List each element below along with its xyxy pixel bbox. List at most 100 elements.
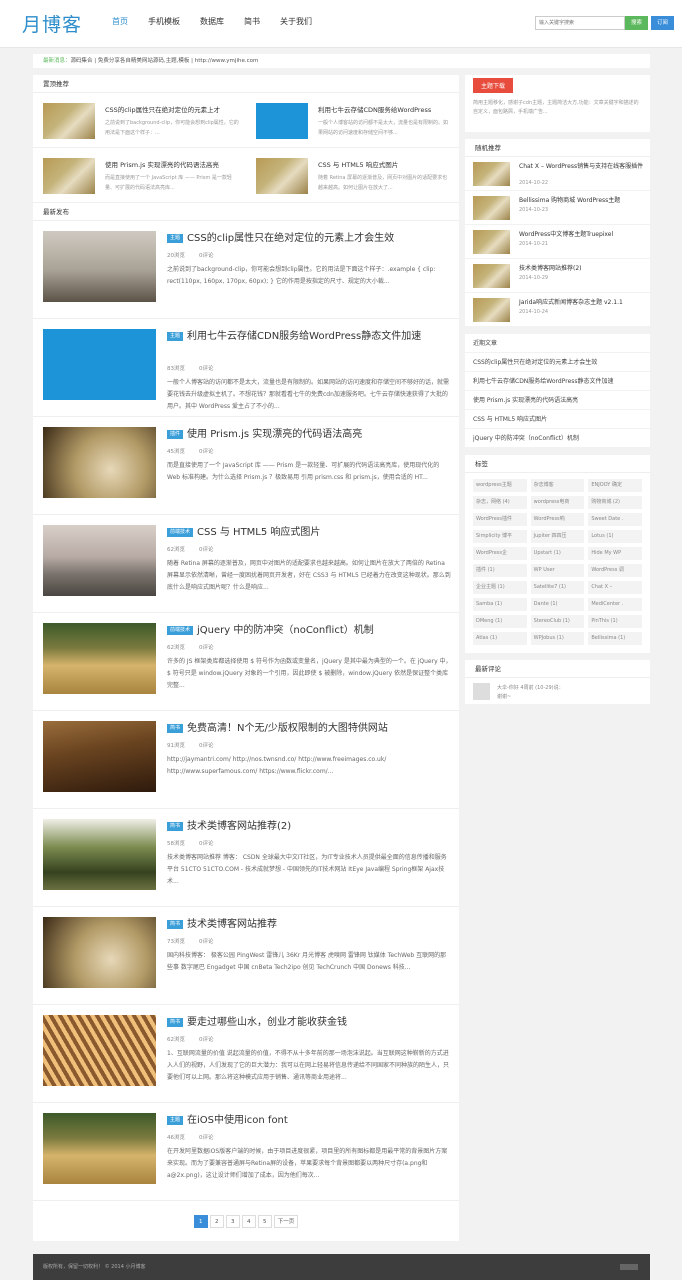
post-title-text[interactable]: 免费高清！N个无/少版权限制的大图特供网站: [187, 723, 388, 734]
tag-link[interactable]: 插件 (1): [473, 564, 527, 577]
random-thumb[interactable]: [473, 298, 510, 322]
post-title[interactable]: 插件 使用 Prism.js 实现漂亮的代码语法高亮: [167, 428, 452, 441]
sticky-title[interactable]: CSS 与 HTML5 响应式图片: [318, 159, 452, 169]
tag-link[interactable]: Satellite7 (1): [530, 581, 585, 594]
tag-link[interactable]: 企业主题 (1): [473, 581, 527, 594]
comments-count[interactable]: 0评论: [199, 449, 214, 455]
random-thumb[interactable]: [473, 230, 510, 254]
sticky-item[interactable]: CSS 与 HTML5 响应式图片 随着 Retina 屏幕的逐渐普及，网页中对图…: [246, 148, 459, 203]
random-item[interactable]: Bellissima 购物商城 WordPress主题 2014-10-23: [465, 191, 650, 225]
cnzz-badge-icon[interactable]: [620, 1264, 638, 1270]
random-item-title[interactable]: Jarida响应式新闻博客杂志主题 v2.1.1: [519, 298, 644, 307]
random-thumb[interactable]: [473, 196, 510, 220]
comments-count[interactable]: 0评论: [199, 253, 214, 259]
sticky-item[interactable]: 使用 Prism.js 实现漂亮的代码语法高亮 而是直接使用了一个 JavaScr…: [33, 148, 246, 203]
tag-link[interactable]: WP User: [530, 564, 585, 577]
comments-count[interactable]: 0评论: [199, 1037, 214, 1043]
comment-author[interactable]: 大伞-你好 4周前 (10-29)说：: [497, 684, 564, 691]
random-item-title[interactable]: Chat X – WordPress销售与支持在线客服插件: [519, 162, 644, 171]
tag-link[interactable]: wordpress电商: [530, 496, 585, 509]
sticky-thumb[interactable]: [256, 158, 308, 194]
comments-count[interactable]: 0评论: [199, 547, 214, 553]
random-item[interactable]: Jarida响应式新闻博客杂志主题 v2.1.1 2014-10-24: [465, 293, 650, 327]
post-title-text[interactable]: CSS的clip属性只在绝对定位的元素上才会生效: [187, 233, 394, 244]
tag-link[interactable]: 杂志，网络 (4): [473, 496, 527, 509]
tag-link[interactable]: Upstart (1): [530, 547, 585, 560]
post-title[interactable]: 主题 利用七牛云存储CDN服务给WordPress静态文件加速: [167, 330, 452, 343]
tag-link[interactable]: Sweet Date .: [588, 513, 642, 526]
tag-link[interactable]: WordPress 调: [588, 564, 642, 577]
post-title-text[interactable]: CSS 与 HTML5 响应式图片: [197, 527, 320, 538]
nav-home[interactable]: 首页: [104, 13, 136, 30]
post-title-text[interactable]: 技术类博客网站推荐: [187, 919, 277, 930]
tag-link[interactable]: StereoClub (1): [530, 615, 585, 628]
post-title-text[interactable]: 利用七牛云存储CDN服务给WordPress静态文件加速: [187, 331, 421, 342]
random-item-title[interactable]: 技术类博客网站推荐(2): [519, 264, 644, 273]
tag-link[interactable]: Chat X –: [588, 581, 642, 594]
post-title-text[interactable]: 要走过哪些山水，创业才能收获金钱: [187, 1017, 347, 1028]
category-badge[interactable]: 主题: [167, 332, 184, 341]
tag-link[interactable]: Simplicity 博平: [473, 530, 527, 543]
post-thumbnail[interactable]: [43, 917, 156, 988]
post-thumbnail[interactable]: [43, 427, 156, 498]
tag-link[interactable]: Bellissima (1): [588, 632, 642, 645]
tag-link[interactable]: WordPress响: [530, 513, 585, 526]
subscribe-button[interactable]: 订阅: [651, 16, 675, 30]
category-badge[interactable]: 前端技术: [167, 528, 194, 537]
tag-link[interactable]: ENJOOY 确定: [588, 479, 642, 492]
page-5[interactable]: 5: [257, 1214, 272, 1228]
tag-link[interactable]: wordpress主题: [473, 479, 527, 492]
tag-link[interactable]: Samba (1): [473, 598, 527, 611]
comments-count[interactable]: 0评论: [199, 841, 214, 847]
comments-count[interactable]: 0评论: [199, 939, 214, 945]
category-badge[interactable]: 插件: [167, 430, 184, 439]
post-title[interactable]: 简书 免费高清！N个无/少版权限制的大图特供网站: [167, 722, 452, 735]
comment-item[interactable]: 大伞-你好 4周前 (10-29)说： 谢谢~: [465, 678, 650, 704]
tag-link[interactable]: Jupiter 四四压: [530, 530, 585, 543]
next-page-button[interactable]: 下一页: [273, 1214, 299, 1228]
random-item-title[interactable]: WordPress中文博客主题Truepixel: [519, 230, 644, 239]
post-thumbnail[interactable]: [43, 1015, 156, 1086]
sticky-item[interactable]: CSS的clip属性只在绝对定位的元素上才 之前说到了background-cli…: [33, 93, 246, 148]
post-title[interactable]: 前端技术 CSS 与 HTML5 响应式图片: [167, 526, 452, 539]
comments-count[interactable]: 0评论: [199, 366, 214, 372]
tag-link[interactable]: Atlas (1): [473, 632, 527, 645]
comments-count[interactable]: 0评论: [199, 743, 214, 749]
post-thumbnail[interactable]: [43, 231, 156, 302]
category-badge[interactable]: 简书: [167, 1018, 184, 1027]
tag-link[interactable]: WPJobus (1): [530, 632, 585, 645]
recent-post-link[interactable]: CSS的clip属性只在绝对定位的元素上才会生效: [465, 353, 650, 372]
page-2[interactable]: 2: [209, 1214, 224, 1228]
nav-database[interactable]: 数据库: [192, 13, 232, 30]
random-item[interactable]: WordPress中文博客主题Truepixel 2014-10-21: [465, 225, 650, 259]
search-input[interactable]: [535, 16, 625, 30]
recent-post-link[interactable]: jQuery 中的防冲突（noConflict）机制: [465, 429, 650, 448]
post-title-text[interactable]: 在iOS中使用icon font: [187, 1115, 288, 1126]
sticky-thumb[interactable]: [43, 103, 95, 139]
site-logo[interactable]: 月博客: [22, 10, 82, 37]
sticky-thumb[interactable]: [43, 158, 95, 194]
post-thumbnail[interactable]: [43, 329, 156, 400]
random-item[interactable]: 技术类博客网站推荐(2) 2014-10-29: [465, 259, 650, 293]
category-badge[interactable]: 简书: [167, 822, 184, 831]
theme-download-tag[interactable]: 主题下载: [473, 78, 514, 93]
tag-link[interactable]: 杂志博客: [530, 479, 585, 492]
post-title[interactable]: 前端技术 jQuery 中的防冲突（noConflict）机制: [167, 624, 452, 637]
tag-link[interactable]: Dante (1): [530, 598, 585, 611]
category-badge[interactable]: 主题: [167, 1116, 184, 1125]
sticky-title[interactable]: 利用七牛云存储CDN服务给WordPress: [318, 104, 452, 114]
category-badge[interactable]: 简书: [167, 920, 184, 929]
page-3[interactable]: 3: [225, 1214, 240, 1228]
comments-count[interactable]: 0评论: [199, 1135, 214, 1141]
post-title-text[interactable]: 技术类博客网站推荐(2): [187, 821, 291, 832]
nav-jianshu[interactable]: 简书: [236, 13, 268, 30]
random-thumb[interactable]: [473, 162, 510, 186]
category-badge[interactable]: 简书: [167, 724, 184, 733]
random-item[interactable]: Chat X – WordPress销售与支持在线客服插件 2014-10-22: [465, 157, 650, 191]
category-badge[interactable]: 主题: [167, 234, 184, 243]
post-title[interactable]: 简书 技术类博客网站推荐: [167, 918, 452, 931]
page-1[interactable]: 1: [193, 1214, 208, 1228]
sticky-thumb[interactable]: [256, 103, 308, 139]
recent-post-link[interactable]: CSS 与 HTML5 响应式图片: [465, 410, 650, 429]
post-thumbnail[interactable]: [43, 721, 156, 792]
